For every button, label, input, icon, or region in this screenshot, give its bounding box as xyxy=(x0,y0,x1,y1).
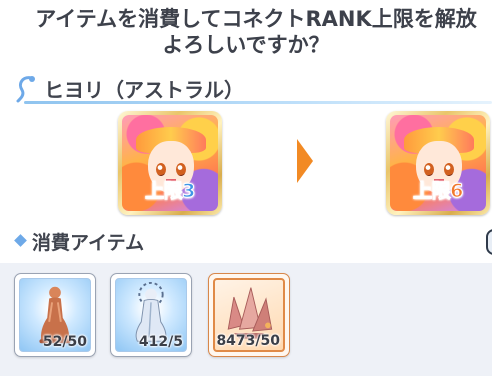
item-count: 8473/50 xyxy=(216,333,280,349)
item-slot[interactable]: 8473/50 xyxy=(208,273,290,357)
header-divider xyxy=(24,101,492,104)
diamond-bullet-icon xyxy=(14,234,27,247)
item-count: 52/50 xyxy=(42,334,87,350)
message-line-2: よろしいですか？ xyxy=(162,33,330,57)
arrow-right-icon xyxy=(297,139,313,183)
consumed-items-title: 消費アイテム xyxy=(32,232,145,254)
character-portrait-after: 上限6 xyxy=(386,111,490,215)
consumed-items-header: 消費アイテム xyxy=(14,228,492,254)
character-art: 上限6 xyxy=(390,115,486,211)
item-slot[interactable]: 52/50 xyxy=(14,273,96,357)
message-line-1: アイテムを消費してコネクトRANK上限を解放 xyxy=(35,7,477,31)
limit-badge-before: 上限3 xyxy=(145,180,196,203)
item-slot[interactable]: 412/5 xyxy=(110,273,192,357)
character-header: ヒヨリ（アストラル） xyxy=(14,72,492,104)
item-count: 412/5 xyxy=(138,334,183,350)
confirmation-message: アイテムを消費してコネクトRANK上限を解放 よろしいですか？ xyxy=(0,6,492,58)
character-name: ヒヨリ（アストラル） xyxy=(44,78,244,102)
character-portrait-before: 上限3 xyxy=(118,111,222,215)
swirl-icon xyxy=(16,76,35,103)
consumed-items-panel: 52/50 412/5 8473/50 xyxy=(0,263,492,376)
scroll-handle[interactable] xyxy=(486,229,492,255)
limit-badge-after: 上限6 xyxy=(413,180,464,203)
character-art: 上限3 xyxy=(122,115,218,211)
